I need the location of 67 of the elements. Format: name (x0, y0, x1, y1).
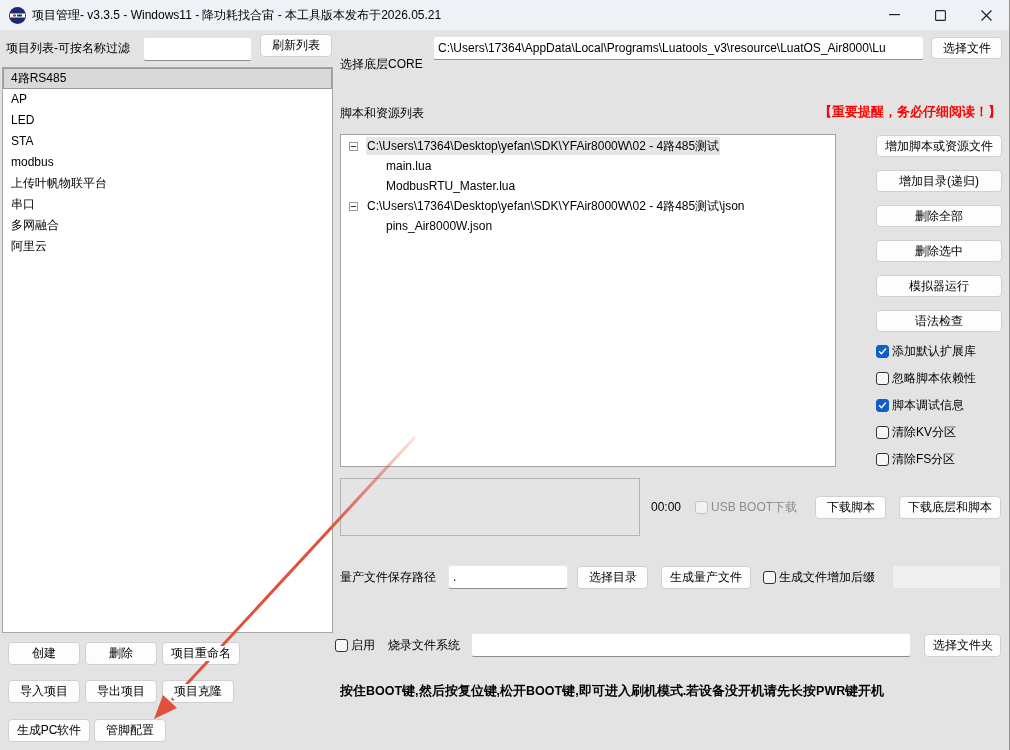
app-logo-icon (9, 6, 26, 24)
tree-file-item[interactable]: main.lua (385, 157, 433, 175)
filesystem-label: 烧录文件系统 (388, 636, 460, 654)
collapse-icon[interactable] (349, 201, 358, 211)
collapse-icon[interactable] (349, 141, 358, 151)
tree-folder-item[interactable]: C:\Users\17364\Desktop\yefan\SDK\YFAir8000W\02 - 4路485测试\json (366, 197, 746, 215)
build-pc-software-button[interactable]: 生成PC软件 (8, 719, 90, 742)
tree-folder-item[interactable]: C:\Users\17364\Desktop\yefan\SDK\YFAir8000W\02 - 4路485测试 (366, 137, 721, 155)
maximize-icon[interactable] (934, 9, 946, 21)
add-folder-button[interactable]: 增加目录(递归) (876, 170, 1002, 192)
checkbox[interactable] (876, 371, 889, 385)
tree-file-item[interactable]: pins_Air8000W.json (385, 217, 494, 235)
import-button[interactable]: 导入项目 (8, 680, 80, 703)
project-list-item[interactable]: 串口 (3, 194, 332, 215)
simulator-button[interactable]: 模拟器运行 (876, 275, 1002, 297)
script-list-label: 脚本和资源列表 (340, 104, 424, 122)
project-list-item[interactable]: LED (3, 110, 332, 131)
refresh-button[interactable]: 刷新列表 (260, 34, 332, 57)
core-path-field[interactable]: C:\Users\17364\AppData\Local\Programs\Luatools_v3\resource\LuatOS_Air8000\Lu (433, 36, 924, 60)
rename-button[interactable]: 项目重命名 (162, 642, 240, 665)
minimize-icon[interactable] (888, 14, 900, 16)
delete-all-button[interactable]: 删除全部 (876, 205, 1002, 227)
checkbox[interactable] (763, 570, 776, 584)
select-file-button[interactable]: 选择文件 (931, 37, 1002, 59)
delete-button[interactable]: 删除 (85, 642, 157, 665)
syntax-check-button[interactable]: 语法检查 (876, 310, 1002, 332)
select-folder-button[interactable]: 选择文件夹 (924, 633, 1001, 657)
window-title: 项目管理- v3.3.5 - Windows11 - 降功耗找合宙 - 本工具版本发布于2026.05.21 (32, 6, 442, 24)
project-list-item[interactable]: 上传叶帆物联平台 (3, 173, 332, 194)
output-path-label: 量产文件保存路径 (340, 568, 436, 586)
project-list-item[interactable]: 4路RS485 (3, 68, 332, 89)
project-list-item[interactable]: 多网融合 (3, 215, 332, 236)
filter-label: 项目列表-可按名称过滤 (6, 41, 131, 55)
checkbox[interactable] (876, 425, 889, 439)
project-list-item[interactable]: 阿里云 (3, 236, 332, 257)
export-button[interactable]: 导出项目 (85, 680, 157, 703)
filter-field[interactable] (143, 37, 252, 61)
checkbox-label[interactable]: 清除KV分区 (892, 424, 956, 440)
project-list-item[interactable]: modbus (3, 152, 332, 173)
checkbox-label[interactable]: 脚本调试信息 (892, 397, 964, 413)
output-path-field[interactable]: . (448, 565, 568, 589)
project-list-item[interactable]: STA (3, 131, 332, 152)
download-firmware-button[interactable]: 下载底层和脚本 (899, 495, 1001, 519)
core-label: 选择底层CORE (340, 57, 424, 71)
checkbox-label[interactable]: 清除FS分区 (892, 451, 956, 467)
download-script-button[interactable]: 下载脚本 (815, 495, 886, 519)
delete-selected-button[interactable]: 删除选中 (876, 240, 1002, 262)
clone-button[interactable]: 项目克隆 (162, 680, 234, 703)
checkbox[interactable] (876, 398, 889, 412)
tree-file-item[interactable]: ModbusRTU_Master.lua (385, 177, 517, 195)
add-script-button[interactable]: 增加脚本或资源文件 (876, 135, 1002, 157)
timer-label: 00:00 (651, 500, 682, 514)
hint-text: 按住BOOT键,然后按复位键,松开BOOT键,即可进入刷机模式.若设备没开机请先长按PWR键开机 (339, 684, 886, 699)
generate-file-button[interactable]: 生成量产文件 (661, 565, 751, 589)
project-list-item[interactable]: AP (3, 89, 332, 110)
select-directory-button[interactable]: 选择目录 (577, 565, 648, 589)
checkbox-label[interactable]: 生成文件增加后缀 (779, 569, 875, 585)
checkbox-label[interactable]: 忽略脚本依赖性 (892, 370, 976, 386)
checkbox[interactable] (876, 452, 889, 466)
checkbox[interactable] (876, 344, 889, 358)
pin-config-button[interactable]: 管脚配置 (94, 719, 166, 742)
create-button[interactable]: 创建 (8, 642, 80, 665)
filesystem-path-field[interactable] (471, 633, 911, 657)
checkbox-label[interactable]: 启用 (351, 637, 375, 653)
checkbox-label[interactable]: 添加默认扩展库 (892, 343, 976, 359)
close-icon[interactable] (980, 9, 992, 21)
checkbox[interactable] (335, 638, 348, 652)
